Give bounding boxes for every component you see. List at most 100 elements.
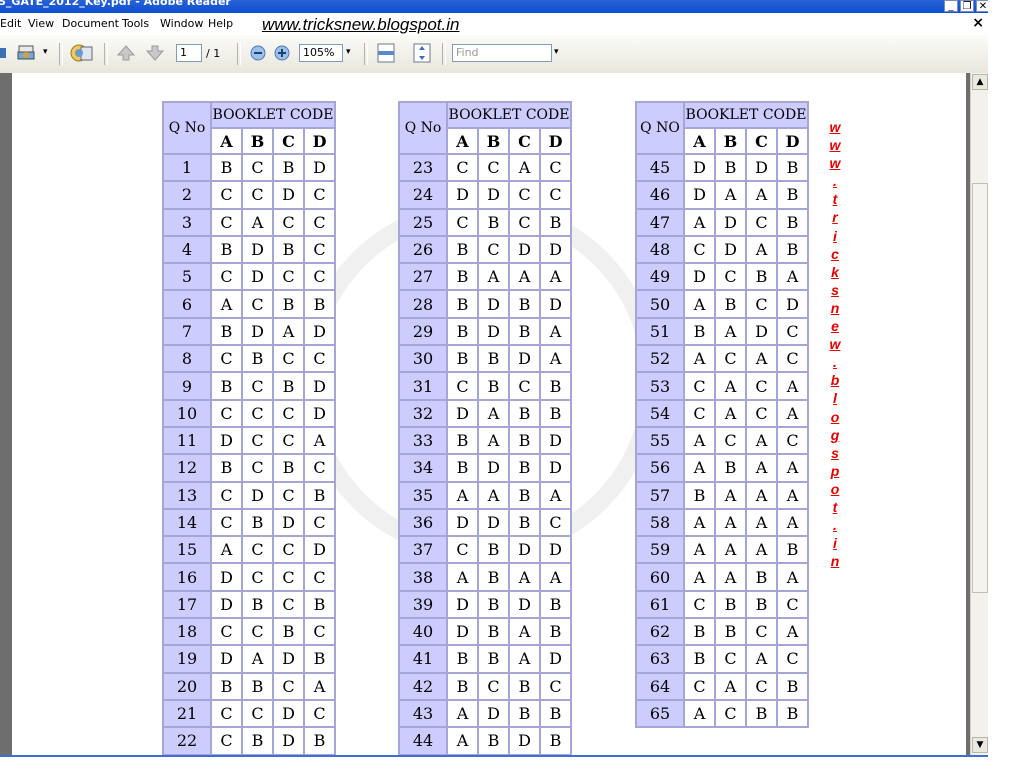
- side-letter: b: [830, 372, 840, 389]
- question-number: 52: [635, 344, 685, 374]
- question-number: 56: [635, 453, 685, 483]
- answer-cell: A: [683, 453, 716, 483]
- side-letter: w: [829, 137, 841, 154]
- answer-cell: B: [210, 671, 243, 701]
- zoom-in-icon[interactable]: [271, 42, 293, 64]
- booklet-code-header: BOOKLET CODE: [683, 101, 809, 129]
- close-document-button[interactable]: ×: [972, 15, 984, 31]
- answer-cell: C: [210, 617, 243, 647]
- zoom-out-icon[interactable]: [247, 42, 269, 64]
- answer-cell: C: [210, 507, 243, 538]
- answer-cell: D: [241, 316, 274, 347]
- answer-cell: C: [272, 262, 305, 292]
- answer-key-table-1: Q No BOOKLET CODE A B C D 1BCBD2CCDC3CAC…: [162, 101, 336, 756]
- scroll-up-icon[interactable]: ▲: [972, 74, 988, 90]
- fit-page-icon[interactable]: [411, 42, 433, 64]
- answer-cell: A: [303, 671, 336, 701]
- side-letter: i: [833, 227, 837, 244]
- answer-cell: A: [241, 207, 274, 237]
- question-number: 64: [635, 671, 685, 701]
- answer-cell: C: [714, 698, 747, 729]
- menu-edit[interactable]: Edit: [0, 17, 21, 30]
- side-letter: g: [830, 426, 840, 443]
- minimize-button[interactable]: _: [944, 0, 958, 12]
- answer-cell: C: [539, 507, 572, 538]
- table-row: 29 B D B A: [398, 316, 572, 347]
- menu-tools[interactable]: Tools: [122, 17, 149, 30]
- booklet-letter-a: A: [683, 127, 716, 155]
- question-number: 53: [635, 371, 685, 401]
- answer-cell: C: [745, 371, 778, 401]
- answer-cell: B: [241, 507, 274, 538]
- blog-url-vertical[interactable]: www.tricksnew.blogspot.in: [827, 118, 843, 570]
- table-row: 65 A C B B: [635, 698, 809, 729]
- question-number: 1: [162, 152, 212, 183]
- side-letter: w: [829, 336, 841, 353]
- next-page-icon[interactable]: [144, 42, 166, 64]
- side-letter: s: [831, 281, 839, 298]
- answer-cell: C: [776, 644, 809, 674]
- question-number: 23: [398, 152, 448, 183]
- question-number: 19: [162, 644, 212, 674]
- question-number: 36: [398, 507, 448, 538]
- zoom-input[interactable]: 105%: [299, 44, 343, 62]
- answer-cell: C: [272, 344, 305, 374]
- answer-cell: A: [477, 425, 510, 456]
- menu-document[interactable]: Document: [62, 17, 119, 30]
- answer-cell: B: [477, 371, 510, 401]
- answer-cell: A: [714, 507, 747, 538]
- answer-cell: D: [446, 507, 479, 538]
- table-row: 26 B C D D: [398, 234, 572, 265]
- scroll-down-icon[interactable]: ▼: [972, 737, 988, 753]
- previous-page-icon[interactable]: [115, 42, 137, 64]
- booklet-letter-c: C: [272, 127, 305, 155]
- booklet-letter-a: A: [210, 127, 243, 155]
- answer-cell: D: [446, 617, 479, 647]
- answer-cell: B: [303, 589, 336, 620]
- answer-cell: C: [303, 617, 336, 647]
- menu-view[interactable]: View: [28, 17, 54, 30]
- table-row: 64 C A C B: [635, 671, 809, 701]
- question-number: 6: [162, 289, 212, 319]
- menu-help[interactable]: Help: [208, 17, 233, 30]
- answer-cell: C: [241, 617, 274, 647]
- side-letter: w: [829, 155, 841, 172]
- answer-cell: B: [210, 234, 243, 265]
- answer-cell: C: [683, 371, 716, 401]
- answer-cell: B: [714, 152, 747, 183]
- answer-cell: A: [477, 262, 510, 292]
- answer-cell: C: [745, 398, 778, 428]
- zoom-dropdown-icon[interactable]: ▾: [346, 47, 351, 57]
- question-number: 10: [162, 398, 212, 428]
- answer-cell: C: [210, 698, 243, 729]
- question-number: 40: [398, 617, 448, 647]
- question-number: 50: [635, 289, 685, 319]
- vertical-scrollbar[interactable]: ▲ ▼: [970, 73, 989, 755]
- scroll-thumb[interactable]: [972, 183, 988, 593]
- answer-cell: A: [714, 371, 747, 401]
- answer-cell: D: [303, 152, 336, 183]
- find-input[interactable]: Find: [452, 44, 552, 62]
- answer-cell: C: [508, 180, 541, 210]
- menu-bar: Edit View Document Tools Window Help www…: [0, 13, 990, 36]
- print-icon[interactable]: [16, 42, 38, 64]
- answer-cell: D: [508, 726, 541, 756]
- answer-cell: B: [241, 671, 274, 701]
- page-number-input[interactable]: 1: [176, 44, 202, 62]
- answer-cell: A: [745, 344, 778, 374]
- table-row: 58 A A A A: [635, 507, 809, 538]
- answer-cell: C: [303, 507, 336, 538]
- answer-cell: C: [508, 371, 541, 401]
- restore-button[interactable]: ❐: [960, 0, 974, 12]
- answer-cell: C: [303, 453, 336, 483]
- question-number: 60: [635, 562, 685, 592]
- find-dropdown-icon[interactable]: ▾: [554, 47, 559, 57]
- collaborate-icon[interactable]: [70, 42, 93, 64]
- menu-window[interactable]: Window: [160, 17, 203, 30]
- answer-cell: C: [303, 344, 336, 374]
- answer-cell: A: [745, 453, 778, 483]
- fit-width-icon[interactable]: [375, 42, 397, 64]
- table-row: 22 C B D B: [162, 726, 336, 756]
- question-number: 11: [162, 425, 212, 456]
- print-dropdown-icon[interactable]: ▾: [43, 47, 48, 57]
